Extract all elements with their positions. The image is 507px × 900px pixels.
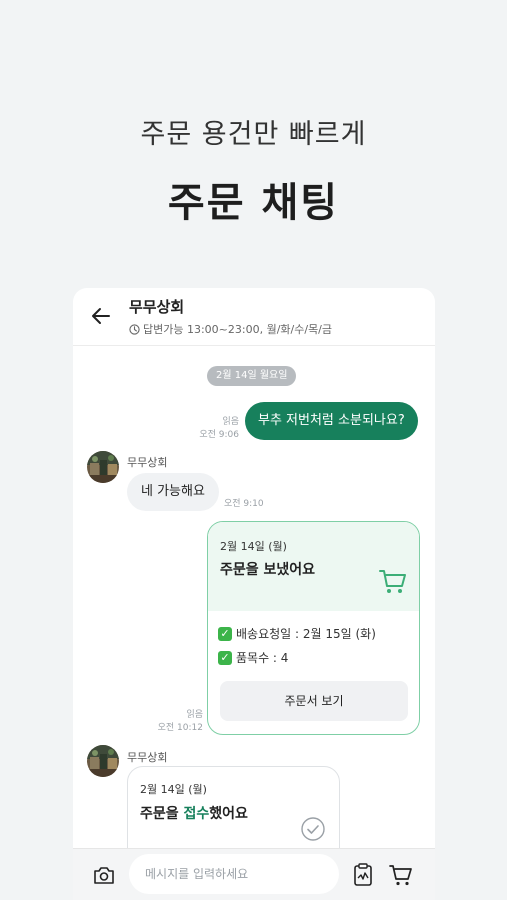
order-sent-card: 2월 14일 (월) 주문을 보냈어요 ✓ 배송요청일 : 2월 15일 (화)… xyxy=(207,521,420,735)
clock-icon xyxy=(129,323,140,335)
clipboard-icon[interactable] xyxy=(352,863,374,887)
reply-hours: 답변가능 13:00~23:00, 월/화/수/목/금 xyxy=(129,321,332,337)
promo-title: 주문 채팅 xyxy=(167,180,340,226)
date-divider: 2월 14일 월요일 xyxy=(207,366,297,386)
message-input[interactable] xyxy=(129,854,339,894)
read-status: 읽음 xyxy=(222,417,239,427)
chat-header: 무무상회 답변가능 13:00~23:00, 월/화/수/목/금 xyxy=(73,288,435,346)
shop-avatar[interactable] xyxy=(87,451,119,483)
order-card-header: 2월 14일 (월) 주문을 보냈어요 xyxy=(208,522,419,611)
item-count-row: ✓ 품목수 : 4 xyxy=(218,649,288,666)
order-date: 2월 14일 (월) xyxy=(220,540,287,553)
order-title: 주문을 보냈어요 xyxy=(220,562,316,578)
read-status: 읽음 xyxy=(186,710,203,720)
check-icon: ✓ xyxy=(218,626,232,641)
check-icon: ✓ xyxy=(218,650,232,665)
message-time: 오전 10:12 xyxy=(157,723,203,733)
cart-icon xyxy=(379,570,406,593)
camera-icon[interactable] xyxy=(93,864,115,886)
shop-name: 무무상회 xyxy=(129,298,185,316)
delivery-date-row: ✓ 배송요청일 : 2월 15일 (화) xyxy=(218,625,376,642)
sender-name: 무무상회 xyxy=(127,456,168,469)
back-arrow-icon[interactable] xyxy=(89,304,113,328)
status-highlight: 접수 xyxy=(183,806,210,822)
view-order-button[interactable]: 주문서 보기 xyxy=(220,681,408,721)
cart-icon[interactable] xyxy=(389,863,413,887)
message-input-bar xyxy=(73,848,435,900)
reply-hours-text: 답변가능 13:00~23:00, 월/화/수/목/금 xyxy=(143,323,333,336)
delivery-date: 배송요청일 : 2월 15일 (화) xyxy=(236,627,376,641)
sender-name: 무무상회 xyxy=(127,751,168,764)
order-date: 2월 14일 (월) xyxy=(140,783,207,796)
item-count: 품목수 : 4 xyxy=(236,651,289,665)
shop-avatar[interactable] xyxy=(87,745,119,777)
chat-screen: 무무상회 답변가능 13:00~23:00, 월/화/수/목/금 2월 14일 … xyxy=(73,288,435,900)
message-time: 오전 9:10 xyxy=(224,499,264,509)
order-received-title: 주문을 접수했어요 xyxy=(140,806,248,822)
message-time: 오전 9:06 xyxy=(199,430,239,440)
promo-subtitle: 주문 용건만 빠르게 xyxy=(140,119,367,150)
incoming-message[interactable]: 네 가능해요 xyxy=(127,473,219,511)
outgoing-message[interactable]: 부추 저번처럼 소분되나요? xyxy=(245,402,418,440)
check-circle-icon xyxy=(301,817,325,841)
